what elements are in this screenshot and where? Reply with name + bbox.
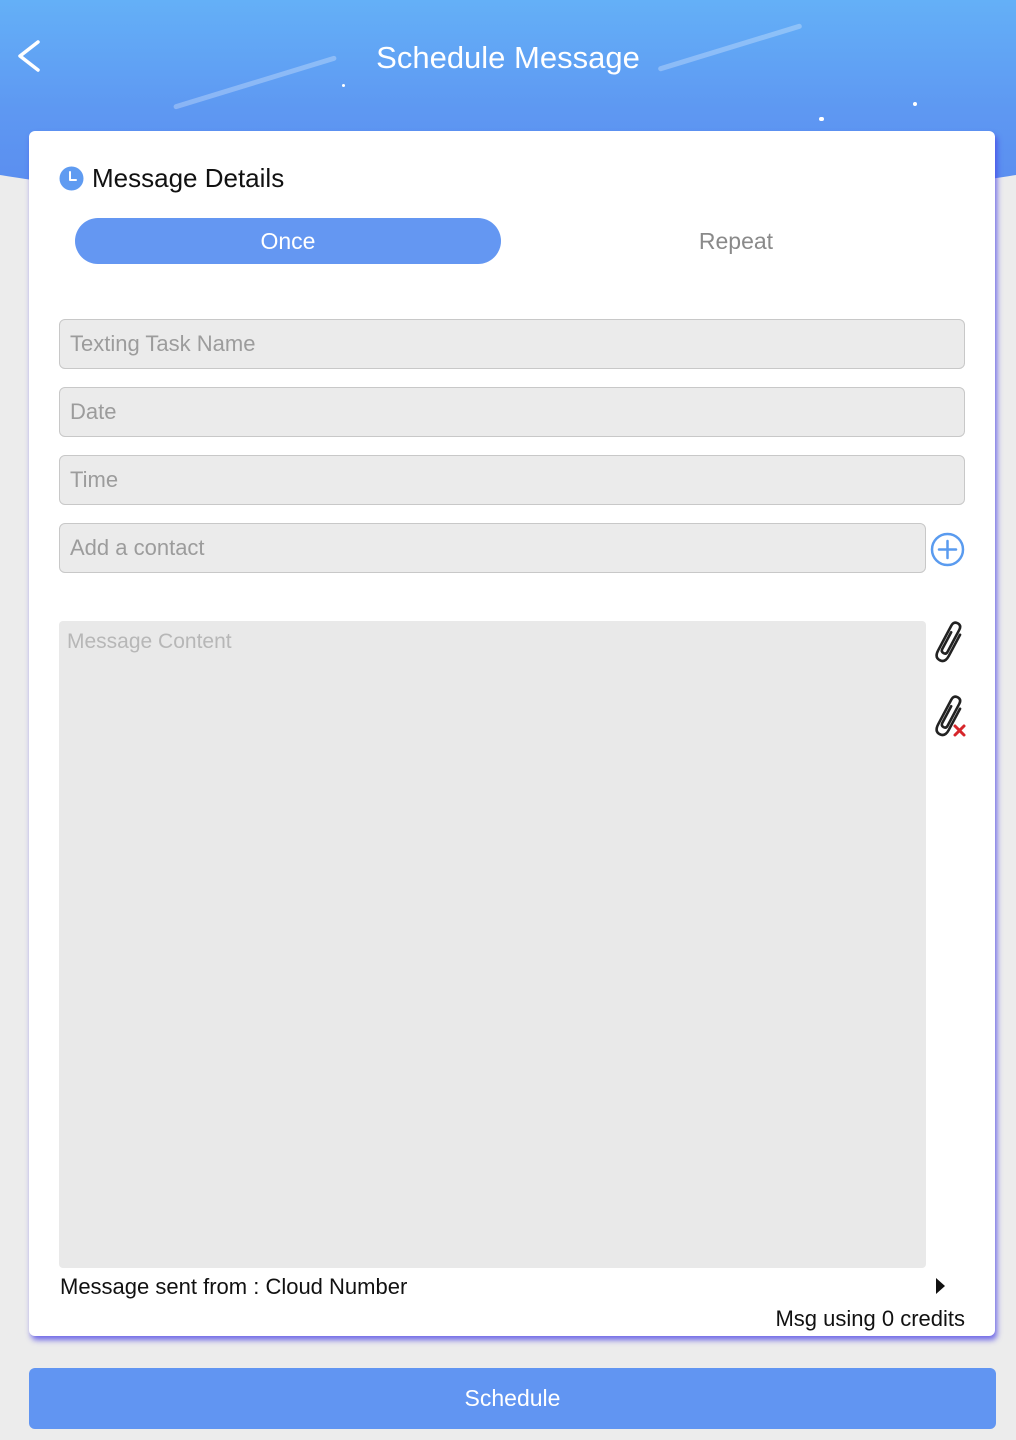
clock-icon <box>59 166 84 190</box>
message-details-card: Message Details Once Repeat Texting Task… <box>29 131 995 1336</box>
attach-button[interactable] <box>929 617 971 669</box>
message-content-input[interactable] <box>59 621 926 1268</box>
sender-arrow[interactable] <box>933 1277 947 1295</box>
time-input[interactable] <box>59 455 965 505</box>
date-input[interactable] <box>59 387 965 437</box>
sent-from-label: Message sent from : <box>60 1274 260 1299</box>
caret-right-icon <box>936 1278 945 1294</box>
sent-from-value: Cloud Number <box>265 1274 408 1299</box>
decorative-star <box>342 84 345 87</box>
sender-selector[interactable]: Message sent from : Cloud Number <box>60 1274 407 1300</box>
tab-repeat[interactable]: Repeat <box>521 218 951 264</box>
section-title: Message Details <box>92 162 285 193</box>
remove-attachment-button[interactable] <box>929 691 971 743</box>
contact-input[interactable] <box>59 523 926 573</box>
section-header: Message Details <box>59 163 284 193</box>
page-title: Schedule Message <box>376 40 640 75</box>
schedule-button[interactable]: Schedule <box>29 1368 996 1429</box>
decorative-star <box>913 102 917 106</box>
tab-once[interactable]: Once <box>75 218 501 264</box>
decorative-star <box>819 117 824 121</box>
plus-circle-icon <box>930 532 965 567</box>
paperclip-icon <box>935 621 962 663</box>
paperclip-remove-icon <box>935 695 966 737</box>
schedule-message-screen: Schedule Message Message Details Once Re… <box>0 0 1016 1440</box>
add-contact-button[interactable] <box>930 532 965 567</box>
task-name-input[interactable] <box>59 319 965 369</box>
credits-info: Msg using 0 credits <box>775 1306 965 1331</box>
